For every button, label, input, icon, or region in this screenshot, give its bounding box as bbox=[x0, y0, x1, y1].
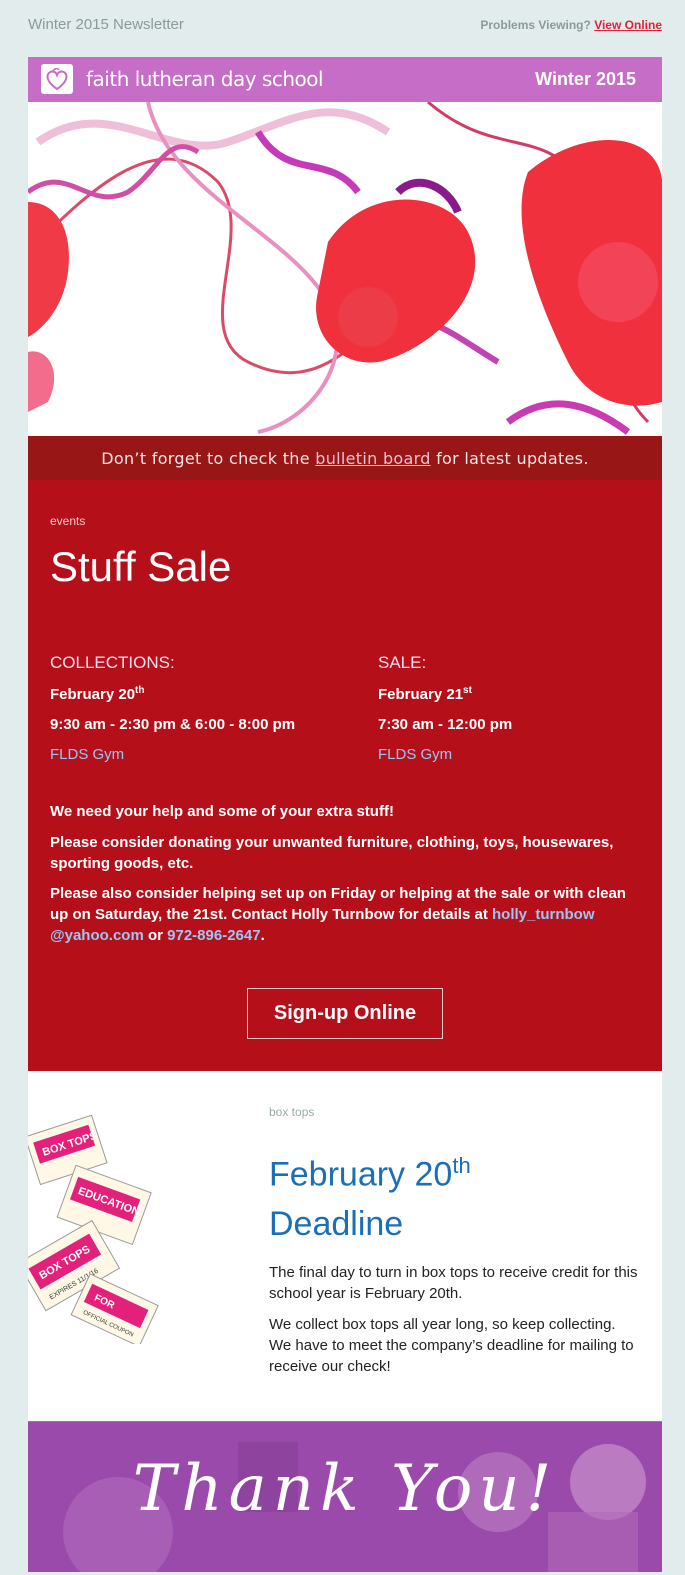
events-paragraph-3: Please also consider helping set up on F… bbox=[50, 885, 626, 944]
events-section: events Stuff Sale COLLECTIONS: February … bbox=[28, 480, 662, 1071]
events-title: Stuff Sale bbox=[50, 543, 232, 590]
thank-you-message: Thank You! bbox=[132, 1452, 558, 1526]
events-paragraph-2: Please consider donating your unwanted f… bbox=[50, 834, 614, 872]
bulletin-notice: Don’t forget to check the bulletin board… bbox=[28, 436, 662, 480]
collections-location-link[interactable]: FLDS Gym bbox=[50, 746, 295, 763]
problems-viewing: Problems Viewing? View Online bbox=[480, 18, 662, 32]
newsletter-header: faith lutheran day school Winter 2015 bbox=[28, 57, 662, 102]
sale-heading: SALE: bbox=[378, 653, 427, 672]
school-name: faith lutheran day school bbox=[86, 67, 324, 91]
sale-time: 7:30 am - 12:00 pm bbox=[378, 716, 513, 733]
events-eyebrow: events bbox=[50, 514, 86, 528]
newsletter-label: Winter 2015 Newsletter bbox=[28, 16, 184, 33]
sale-column: SALE: February 21st 7:30 am - 12:00 pm F… bbox=[378, 653, 512, 763]
collections-heading: COLLECTIONS: bbox=[50, 653, 175, 672]
events-paragraph-1: We need your help and some of your extra… bbox=[50, 803, 394, 820]
view-online-link[interactable]: View Online bbox=[594, 18, 662, 32]
box-tops-eyebrow: box tops bbox=[269, 1105, 315, 1119]
thank-you-banner: Thank You! bbox=[28, 1421, 662, 1572]
collections-column: COLLECTIONS: February 20th 9:30 am - 2:3… bbox=[50, 653, 295, 763]
box-tops-section: BOX TOPS EDUCATION BOX TOPS EXPIRES 11/1… bbox=[28, 1071, 662, 1421]
box-tops-paragraph-2: We collect box tops all year long, so ke… bbox=[269, 1316, 634, 1375]
box-tops-title: February 20th Deadline bbox=[269, 1153, 471, 1244]
hero-image bbox=[28, 102, 662, 436]
top-bar: Winter 2015 Newsletter Problems Viewing?… bbox=[28, 0, 662, 57]
sale-date: February 21st bbox=[378, 685, 472, 703]
box-tops-coupons-image: BOX TOPS EDUCATION BOX TOPS EXPIRES 11/1… bbox=[28, 1109, 163, 1344]
sale-location-link[interactable]: FLDS Gym bbox=[378, 746, 512, 763]
phone-link[interactable]: 972-896-2647 bbox=[167, 927, 260, 944]
heart-logo-icon[interactable] bbox=[41, 64, 73, 94]
bulletin-board-link[interactable]: bulletin board bbox=[315, 449, 430, 468]
notice-post: for latest updates. bbox=[436, 449, 589, 468]
problems-label: Problems Viewing? bbox=[480, 18, 591, 32]
collections-time: 9:30 am - 2:30 pm & 6:00 - 8:00 pm bbox=[50, 716, 296, 733]
collections-date: February 20th bbox=[50, 685, 145, 703]
newsletter-body: faith lutheran day school Winter 2015 Do… bbox=[28, 57, 662, 1572]
signup-online-button[interactable]: Sign-up Online bbox=[247, 988, 443, 1039]
season-label: Winter 2015 bbox=[535, 69, 636, 89]
box-tops-paragraph-1: The final day to turn in box tops to rec… bbox=[269, 1264, 638, 1302]
notice-pre: Don’t forget to check the bbox=[101, 449, 310, 468]
